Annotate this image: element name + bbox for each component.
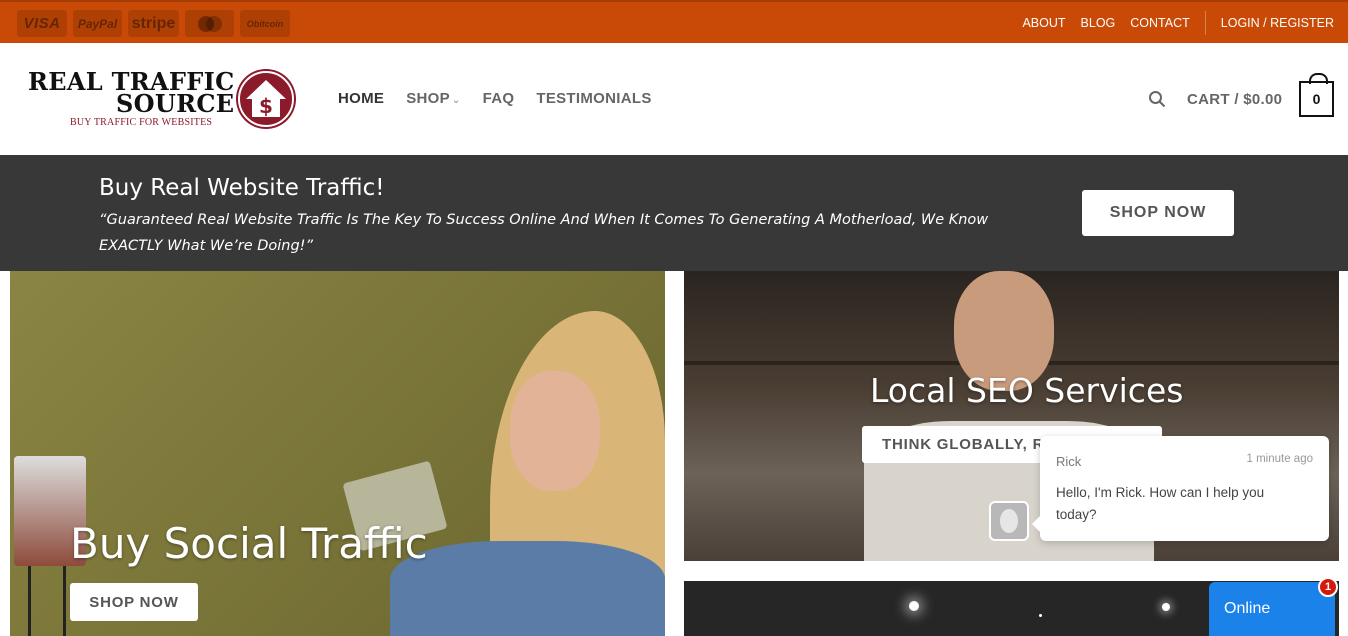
light-spot-image	[909, 601, 919, 611]
light-spot-image	[1162, 603, 1170, 611]
chevron-down-icon: ⌄	[451, 95, 461, 106]
chat-agent-name: Rick	[1056, 454, 1082, 469]
chat-timestamp: 1 minute ago	[1246, 453, 1314, 465]
chat-agent-avatar[interactable]	[989, 501, 1029, 541]
promo-banner: Buy Real Website Traffic! “Guaranteed Re…	[0, 155, 1348, 271]
mastercard-badge	[185, 10, 234, 37]
top-bar: VISA PayPal stripe Obitcoin ABOUT BLOG C…	[0, 0, 1348, 43]
nav-testimonials[interactable]: TESTIMONIALS	[536, 90, 651, 107]
visa-badge: VISA	[17, 10, 67, 37]
login-register-link[interactable]: LOGIN / REGISTER	[1221, 16, 1334, 30]
topnav-contact-link[interactable]: CONTACT	[1130, 16, 1190, 30]
cart-link[interactable]: CART / $0.00	[1187, 91, 1282, 108]
site-logo[interactable]: REAL TRAFFIC SOURCE BUY TRAFFIC FOR WEBS…	[28, 67, 298, 133]
bitcoin-badge: Obitcoin	[240, 10, 290, 37]
payment-badges: VISA PayPal stripe Obitcoin	[17, 10, 290, 37]
house-dollar-icon: $	[236, 69, 296, 129]
top-nav: ABOUT BLOG CONTACT LOGIN / REGISTER	[1007, 2, 1334, 43]
nav-faq[interactable]: FAQ	[483, 90, 515, 107]
site-header: REAL TRAFFIC SOURCE BUY TRAFFIC FOR WEBS…	[0, 43, 1348, 155]
banner-quote: “Guaranteed Real Website Traffic Is The …	[99, 212, 989, 254]
mastercard-icon	[197, 15, 222, 32]
nav-home[interactable]: HOME	[338, 90, 384, 107]
woman-face-image	[510, 371, 600, 491]
banner-title: Buy Real Website Traffic!	[99, 175, 385, 201]
candle-stand-image	[28, 566, 66, 636]
nav-shop-label: SHOP	[406, 90, 450, 107]
paypal-badge: PayPal	[73, 10, 122, 37]
chat-online-button[interactable]: Online	[1209, 582, 1335, 636]
logo-tagline: BUY TRAFFIC FOR WEBSITES	[70, 117, 213, 128]
main-nav: HOME SHOP ⌄ FAQ TESTIMONIALS	[338, 90, 652, 107]
buy-social-traffic-tile[interactable]: Buy Social Traffic SHOP NOW	[10, 271, 665, 636]
tile-title-social: Buy Social Traffic	[70, 519, 428, 568]
logo-dollar-symbol: $	[259, 94, 273, 118]
chat-message-bubble[interactable]: Rick 1 minute ago Hello, I'm Rick. How c…	[1032, 436, 1329, 541]
social-shop-now-button[interactable]: SHOP NOW	[70, 583, 198, 621]
nav-shop[interactable]: SHOP ⌄	[406, 90, 460, 107]
light-spot-image	[1039, 614, 1042, 617]
topnav-about-link[interactable]: ABOUT	[1022, 16, 1065, 30]
logo-text-line2: SOURCE	[116, 89, 235, 118]
chat-unread-badge: 1	[1318, 577, 1338, 597]
topnav-divider	[1204, 10, 1206, 35]
tile-title-seo: Local SEO Services	[870, 371, 1184, 410]
stripe-badge: stripe	[128, 10, 179, 37]
search-icon[interactable]	[1148, 90, 1166, 108]
cart-count-icon[interactable]: 0	[1299, 73, 1334, 117]
banner-shop-now-button[interactable]: SHOP NOW	[1082, 190, 1234, 236]
topnav-blog-link[interactable]: BLOG	[1081, 16, 1116, 30]
chat-message-text: Hello, I'm Rick. How can I help you toda…	[1056, 485, 1265, 522]
woman-shirt-image	[390, 541, 665, 636]
